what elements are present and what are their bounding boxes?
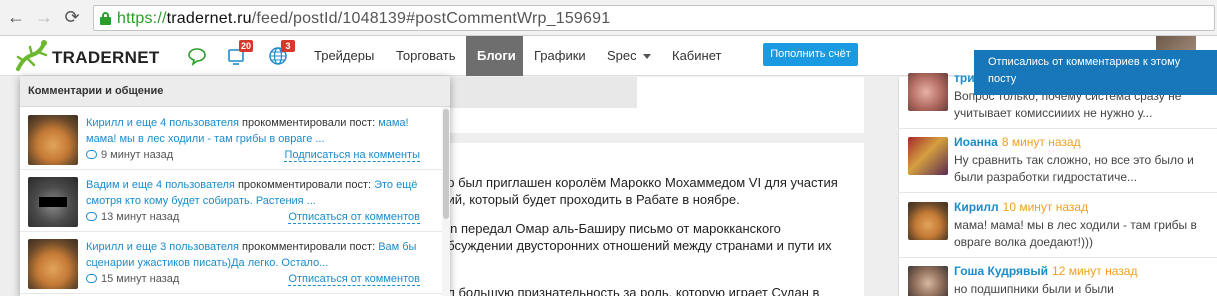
nav-blogs[interactable]: Блоги: [466, 36, 523, 76]
avatar[interactable]: [28, 239, 78, 289]
tradernet-logo[interactable]: TRADERNET: [12, 39, 172, 73]
article-line: ил большую признательность за роль, кото…: [440, 285, 820, 296]
notification-time: 13 минут назад: [86, 211, 179, 223]
post-card-top: [440, 77, 864, 133]
reload-icon[interactable]: ⟳: [62, 7, 82, 27]
avatar[interactable]: [908, 202, 948, 240]
nav-spec[interactable]: Spec: [596, 36, 662, 76]
article-line: ар был приглашен королём Марокко Мохамме…: [440, 175, 838, 190]
users-link[interactable]: Вадим и еще 4 пользователя: [86, 179, 235, 191]
nav-traders[interactable]: Трейдеры: [303, 36, 385, 76]
post-card: [440, 143, 864, 296]
feed-item[interactable]: Кирилл 10 минут назад мама! мама! мы в ле…: [898, 198, 1217, 258]
users-link[interactable]: Кирилл и еще 4 пользователя: [86, 117, 239, 129]
notification-time: 9 минут назад: [86, 149, 173, 161]
feed-text: мама! мама! мы в лес ходили - там грибы …: [954, 218, 1197, 249]
nav-cabinet[interactable]: Кабинет: [661, 36, 732, 76]
subscribe-link[interactable]: Подписаться на комменты: [284, 149, 420, 162]
dropdown-title: Комментарии и общение: [20, 76, 450, 107]
notifications-icon[interactable]: 20: [226, 40, 254, 66]
notification-text: Кирилл и еще 3 пользователя прокомментир…: [86, 241, 417, 269]
lock-icon: [100, 12, 111, 25]
feed-time: 12 минут назад: [1052, 264, 1138, 278]
unsubscribe-link[interactable]: Отписаться от комментов: [288, 211, 420, 224]
notification-item[interactable]: Кирилл и еще 4 пользователя прокомментир…: [20, 108, 450, 170]
nav-spec-label: Spec: [607, 48, 637, 63]
avatar[interactable]: [908, 73, 948, 111]
logo-text: TRADERNET: [52, 48, 160, 67]
avatar[interactable]: [908, 137, 948, 175]
avatar[interactable]: [28, 177, 78, 227]
back-icon[interactable]: ←: [6, 7, 26, 27]
chat-icon[interactable]: [186, 46, 208, 66]
feed-item[interactable]: Гоша Кудрявый 12 минут назад но подшипник…: [898, 262, 1217, 296]
notification-text: Кирилл и еще 4 пользователя прокомментир…: [86, 117, 409, 145]
nav-charts[interactable]: Графики: [523, 36, 597, 76]
feed-time: 8 минут назад: [1001, 135, 1081, 149]
comment-icon: [86, 274, 97, 283]
globe-badge: 3: [281, 40, 295, 52]
globe-icon[interactable]: 3: [268, 40, 295, 66]
article-line: ций, который будет проходить в Рабате в …: [440, 192, 740, 207]
unsubscribe-tooltip: Отписались от комментариев к этому посту: [974, 50, 1217, 95]
comment-icon: [86, 150, 97, 159]
gecko-logo-icon: [16, 40, 48, 71]
notification-text: Вадим и еще 4 пользователя прокомментиро…: [86, 179, 418, 207]
comments-dropdown: Комментарии и общение Кирилл и еще 4 пол…: [20, 76, 450, 296]
feed-author[interactable]: Иоанна 8 минут назад: [954, 135, 1081, 149]
avatar[interactable]: [908, 266, 948, 296]
feed-item[interactable]: Иоанна 8 минут назад Ну сравнить так слож…: [898, 133, 1217, 193]
feed-text: Ну сравнить так сложно, но все это было …: [954, 153, 1194, 184]
notification-time: 15 минут назад: [86, 273, 179, 285]
feed-author[interactable]: Гоша Кудрявый 12 минут назад: [954, 264, 1137, 278]
feed-author[interactable]: Кирилл 10 минут назад: [954, 200, 1088, 214]
notification-item[interactable]: Вадим и еще 4 пользователя прокомментиро…: [20, 170, 450, 232]
browser-toolbar: ← → ⟳ https://tradernet.ru/feed/postId/1…: [0, 0, 1217, 36]
url-text: https://tradernet.ru/feed/postId/1048139…: [117, 10, 611, 27]
forward-icon[interactable]: →: [34, 7, 54, 27]
feed-time: 10 минут назад: [1002, 200, 1089, 214]
feed-author[interactable]: три: [954, 71, 975, 85]
notification-item[interactable]: Кирилл и еще 3 пользователя прокомментир…: [20, 232, 450, 294]
users-link[interactable]: Кирилл и еще 3 пользователя: [86, 241, 239, 253]
chevron-down-icon: [642, 54, 651, 60]
feed-text: но подшипники были и были: [954, 282, 1114, 296]
unsubscribe-link[interactable]: Отписаться от комментов: [288, 273, 420, 286]
avatar[interactable]: [28, 115, 78, 165]
topup-button[interactable]: Пополнить счёт: [763, 43, 858, 66]
nav-trade[interactable]: Торговать: [385, 36, 467, 76]
dropdown-scrollbar[interactable]: [442, 107, 450, 296]
article-line: обсуждении двусторонних отношений между …: [440, 238, 832, 253]
article-line: ain передал Омар аль-Баширу письмо от ма…: [440, 221, 781, 236]
comment-icon: [86, 212, 97, 221]
notifications-badge: 20: [239, 40, 254, 52]
address-bar[interactable]: https://tradernet.ru/feed/postId/1048139…: [93, 5, 1215, 31]
scrollbar-thumb[interactable]: [443, 109, 449, 219]
